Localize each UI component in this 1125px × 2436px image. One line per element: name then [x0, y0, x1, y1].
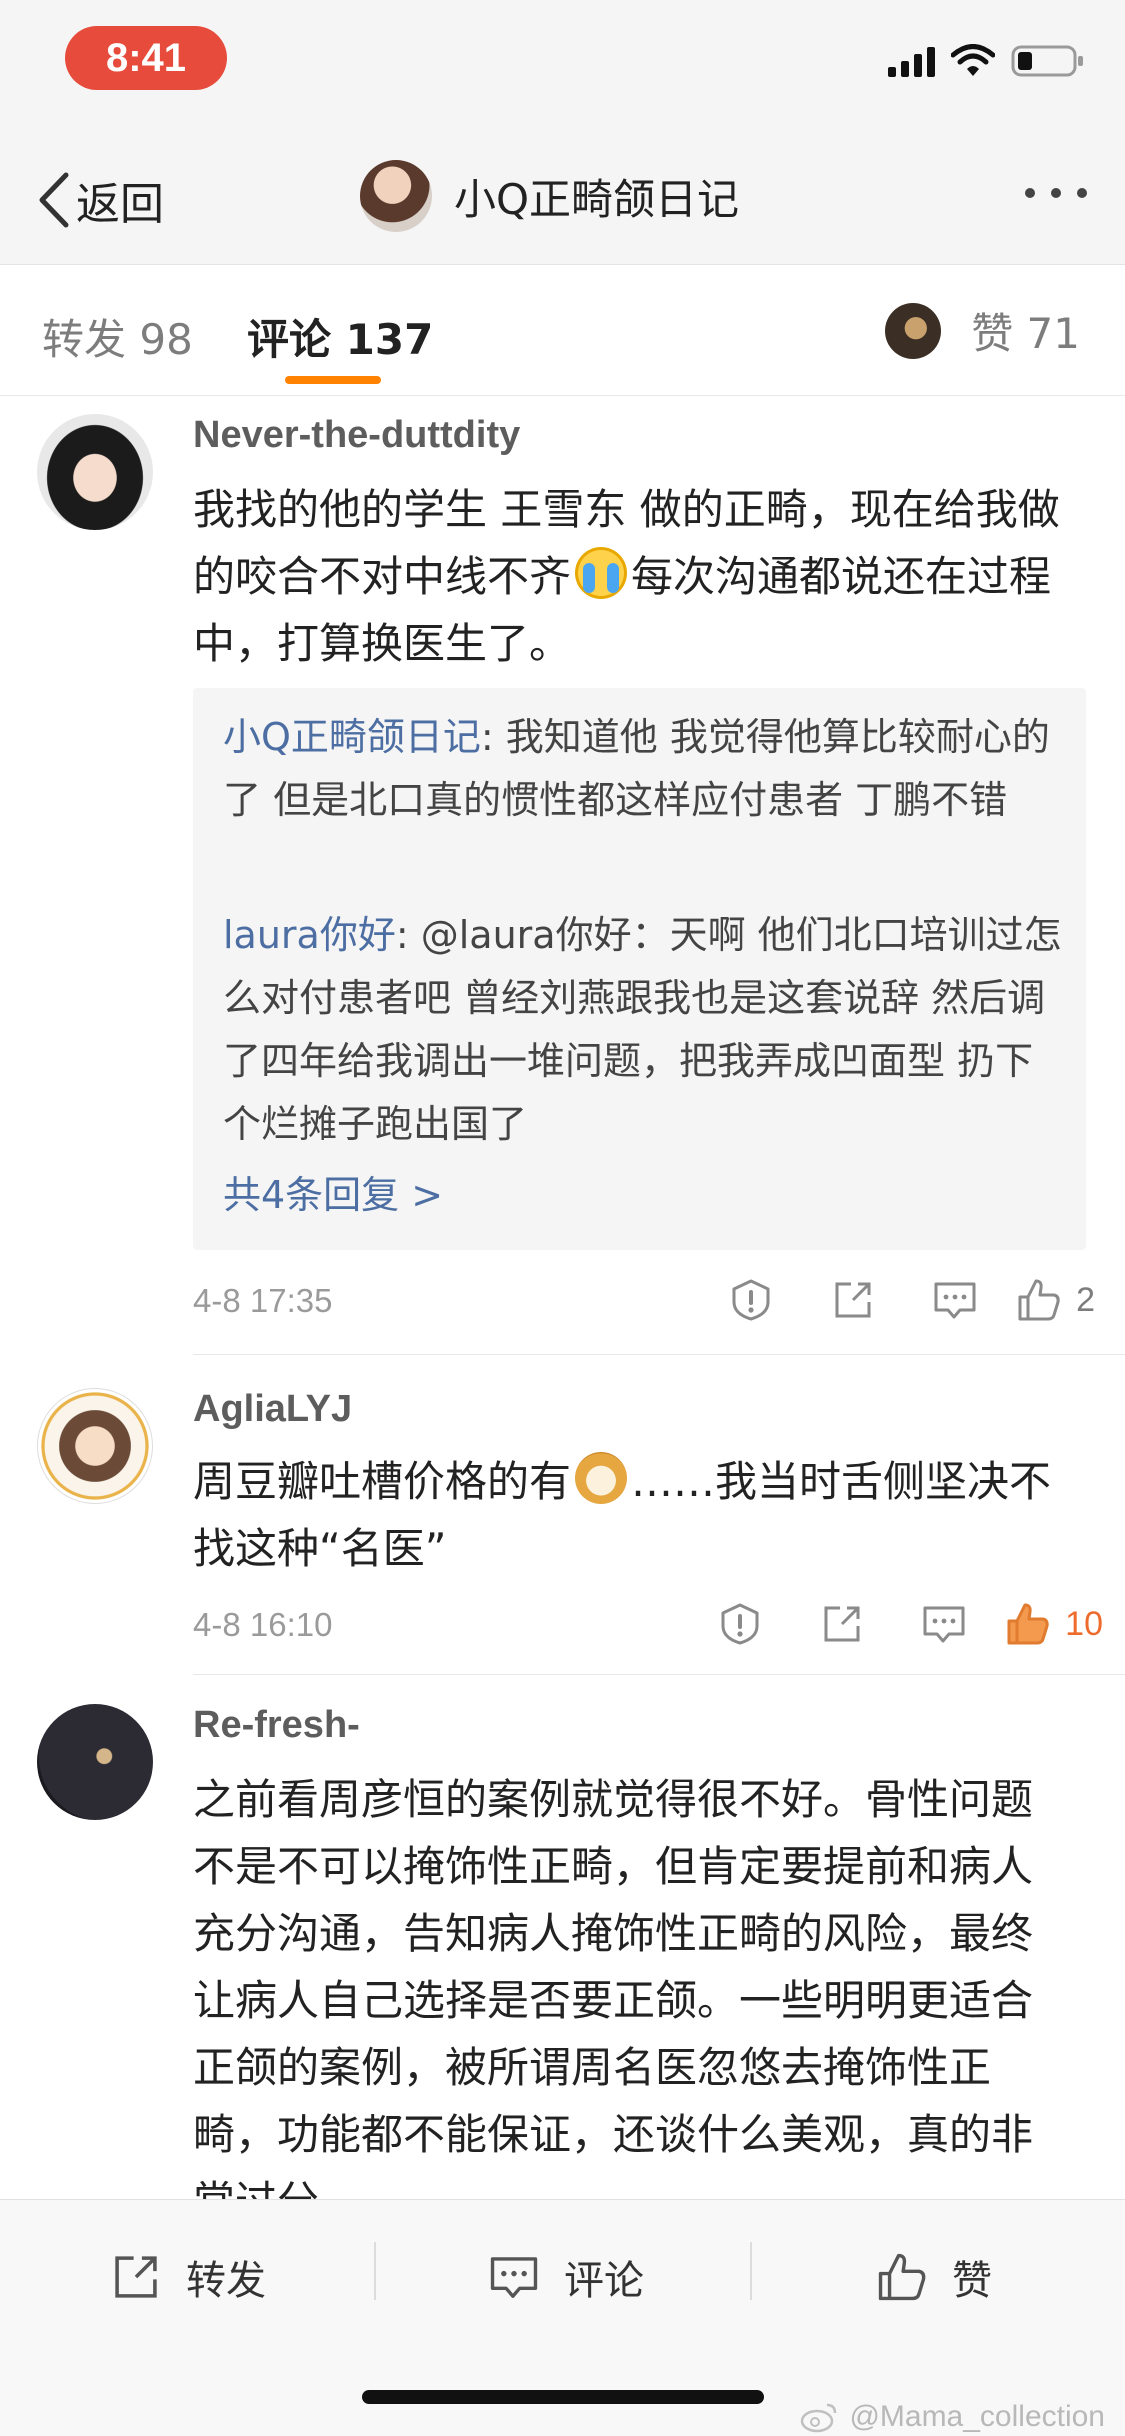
watermark: @Mama_collection — [799, 2400, 1105, 2434]
comment-icon — [923, 1606, 965, 1643]
chevron-left-icon — [39, 172, 69, 228]
more-options-icon[interactable] — [1025, 188, 1087, 198]
share-icon — [824, 1606, 860, 1642]
bottom-toolbar: 转发 评论 赞 @Mama_collection — [0, 2199, 1125, 2436]
like-count: 2 — [1076, 1280, 1095, 1319]
report-button[interactable] — [689, 1594, 791, 1654]
reply-button[interactable] — [904, 1270, 1006, 1330]
cellular-signal-icon — [888, 45, 935, 77]
comment-icon — [934, 1282, 976, 1319]
comment-username[interactable]: Re-fresh- — [193, 1704, 360, 1747]
nav-bar: 返回 小Q正畸颌日记 — [0, 130, 1125, 265]
share-icon — [835, 1282, 871, 1318]
comment-timestamp: 4-8 16:10 — [193, 1606, 333, 1643]
nav-title-group[interactable]: 小Q正畸颌日记 — [360, 160, 739, 232]
repost-label: 转发 — [186, 2258, 266, 2304]
tab-likes[interactable]: 赞 71 — [885, 300, 1080, 361]
reply-author[interactable]: laura你好 — [223, 913, 396, 957]
home-indicator[interactable] — [362, 2390, 764, 2404]
wifi-icon — [951, 44, 995, 76]
comment-text: 我找的他的学生 王雪东 做的正畸，现在给我做的咬合不对中线不齐 每次沟通都说还在过… — [193, 476, 1073, 677]
comment-actions: 10 — [689, 1594, 1103, 1654]
watermark-text: @Mama_collection — [849, 2400, 1105, 2433]
reply-author[interactable]: 小Q正畸颌日记 — [223, 715, 481, 759]
active-tab-indicator — [285, 376, 381, 384]
back-label: 返回 — [76, 179, 164, 230]
share-icon — [115, 2256, 157, 2298]
warning-icon — [732, 1279, 770, 1321]
like-post-button[interactable]: 赞 — [876, 2248, 992, 2306]
like-count: 10 — [1065, 1604, 1103, 1643]
doge-icon — [575, 1452, 628, 1504]
thumbs-up-icon — [878, 2253, 926, 2301]
liker-avatar — [885, 302, 942, 359]
reply-box[interactable]: 小Q正畸颌日记: 我知道他 我觉得他算比较耐心的了 但是北口真的惯性都这样应付患… — [193, 688, 1086, 1250]
comment-actions: 2 — [700, 1270, 1095, 1330]
comment-icon — [490, 2257, 538, 2298]
warning-icon — [721, 1603, 759, 1645]
reply-button[interactable] — [893, 1594, 995, 1654]
crying-face-icon — [575, 547, 628, 599]
comment-username[interactable]: AgliaLYJ — [193, 1388, 352, 1431]
avatar[interactable] — [37, 414, 153, 530]
share-button[interactable] — [791, 1594, 893, 1654]
toolbar-separator — [750, 2242, 752, 2300]
comment-divider — [193, 1674, 1125, 1675]
comment-item: AgliaLYJ 周豆瓣吐槽价格的有 ……我当时舌侧坚决不找这种“名医” 4-8 … — [0, 1356, 1125, 1676]
status-icons — [888, 44, 1085, 78]
like-button[interactable]: 2 — [1006, 1270, 1095, 1330]
thumbs-up-icon — [1007, 1603, 1049, 1645]
back-button[interactable]: 返回 — [34, 168, 164, 232]
comment-text-part: 周豆瓣吐槽价格的有 — [193, 1457, 572, 1506]
reply-item: 小Q正畸颌日记: 我知道他 我觉得他算比较耐心的了 但是北口真的惯性都这样应付患… — [223, 706, 1063, 832]
comment-item: Never-the-duttdity 我找的他的学生 王雪东 做的正畸，现在给我… — [0, 396, 1125, 1356]
tab-bar: 转发 98 评论 137 赞 71 — [0, 266, 1125, 396]
repost-button[interactable]: 转发 — [110, 2248, 266, 2306]
comment-username[interactable]: Never-the-duttdity — [193, 414, 520, 457]
tab-comments[interactable]: 评论 137 — [247, 306, 433, 367]
comment-text: 之前看周彦恒的案例就觉得很不好。骨性问题不是不可以掩饰性正畸，但肯定要提前和病人… — [193, 1775, 1034, 2199]
tab-reposts[interactable]: 转发 98 — [42, 306, 193, 367]
view-all-replies-link[interactable]: 共4条回复 > — [223, 1164, 443, 1219]
status-bar: 8:41 — [0, 0, 1125, 130]
toolbar-separator — [374, 2242, 376, 2300]
author-avatar[interactable] — [360, 160, 432, 232]
comment-label: 评论 — [564, 2258, 644, 2304]
avatar[interactable] — [37, 1388, 153, 1504]
share-button[interactable] — [802, 1270, 904, 1330]
comment-text: 周豆瓣吐槽价格的有 ……我当时舌侧坚决不找这种“名医” — [193, 1448, 1073, 1582]
thumbs-up-icon — [1018, 1279, 1060, 1321]
page-title: 小Q正畸颌日记 — [454, 174, 740, 224]
weibo-logo-icon — [801, 2403, 837, 2433]
report-button[interactable] — [700, 1270, 802, 1330]
comment-divider — [193, 1354, 1125, 1355]
reply-item: laura你好: @laura你好：天啊 他们北口培训过怎么对付患者吧 曾经刘燕… — [223, 904, 1063, 1156]
like-button[interactable]: 10 — [995, 1594, 1103, 1654]
avatar[interactable] — [37, 1704, 153, 1820]
comment-item: Re-fresh- 之前看周彦恒的案例就觉得很不好。骨性问题不是不可以掩饰性正畸… — [0, 1676, 1125, 2199]
comment-timestamp: 4-8 17:35 — [193, 1282, 333, 1319]
battery-icon — [1011, 45, 1083, 77]
tab-likes-label: 赞 71 — [971, 309, 1080, 358]
like-label: 赞 — [952, 2258, 992, 2304]
comment-button[interactable]: 评论 — [488, 2248, 644, 2306]
status-time[interactable]: 8:41 — [65, 26, 227, 90]
